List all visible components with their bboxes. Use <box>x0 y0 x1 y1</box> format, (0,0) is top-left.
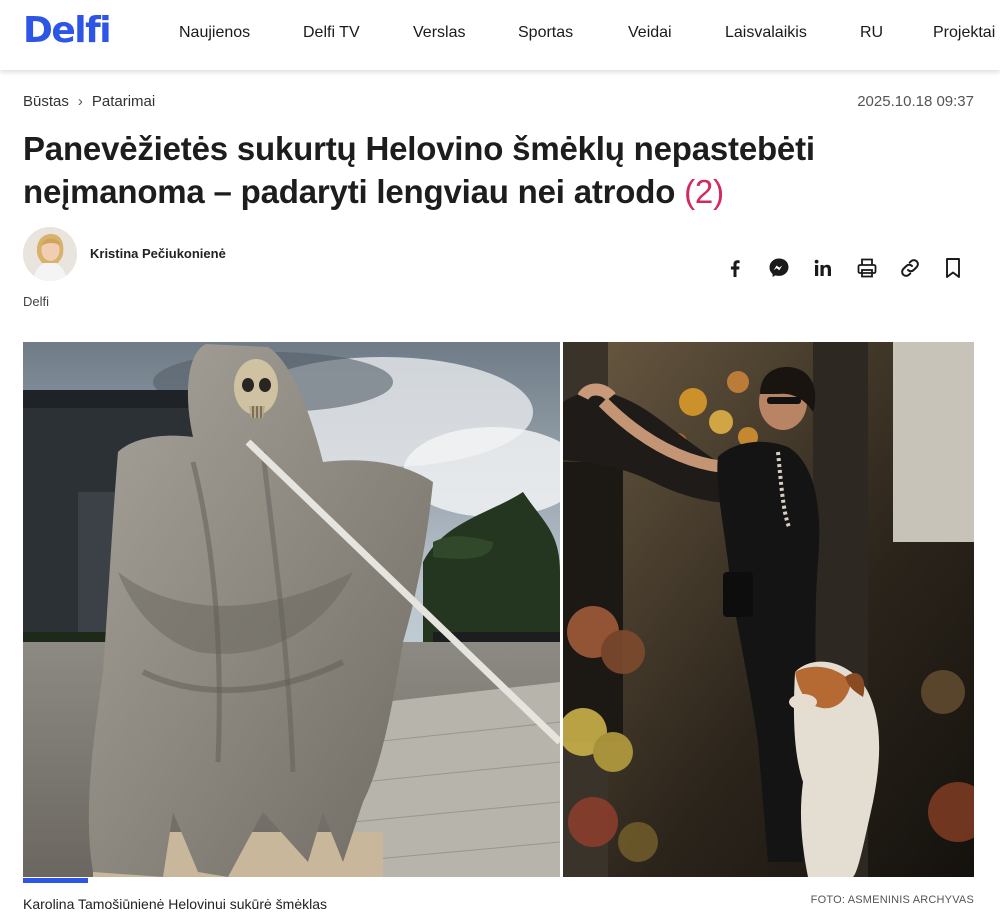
publish-date: 2025.10.18 09:37 <box>857 93 974 110</box>
ghost-photo[interactable] <box>23 342 560 877</box>
breadcrumb-separator: › <box>77 93 83 110</box>
print-icon[interactable] <box>855 256 879 280</box>
gallery-progress-indicator <box>23 878 88 883</box>
comment-count-link[interactable]: (2) <box>684 173 724 210</box>
linkedin-icon[interactable] <box>811 256 835 280</box>
breadcrumb-subsection[interactable]: Patarimai <box>92 93 155 110</box>
breadcrumb-section[interactable]: Būstas <box>23 93 69 110</box>
nav-item-ru[interactable]: RU <box>860 24 883 42</box>
main-nav: Naujienos Delfi TV Verslas Sportas Veida… <box>0 24 1000 44</box>
nav-item-sportas[interactable]: Sportas <box>518 24 573 42</box>
nav-item-veidai[interactable]: Veidai <box>628 24 672 42</box>
messenger-icon[interactable] <box>767 256 791 280</box>
nav-item-projektai[interactable]: Projektai <box>933 24 995 42</box>
photo-credit: FOTO: ASMENINIS ARCHYVAS <box>810 894 974 906</box>
woman-with-dog-photo[interactable] <box>563 342 974 877</box>
nav-item-laisvalaikis[interactable]: Laisvalaikis <box>725 24 807 42</box>
top-navigation-bar: Delfi Naujienos Delfi TV Verslas Sportas… <box>0 0 1000 70</box>
nav-item-delfi-tv[interactable]: Delfi TV <box>303 24 360 42</box>
article-source: Delfi <box>23 294 50 309</box>
photo-caption: Karolina Tamošiūnienė Helovinui sukūrė š… <box>23 896 328 912</box>
nav-item-verslas[interactable]: Verslas <box>413 24 465 42</box>
facebook-icon[interactable] <box>723 256 747 280</box>
bookmark-icon[interactable] <box>941 256 965 280</box>
nav-item-naujienos[interactable]: Naujienos <box>179 24 250 42</box>
article-title: Panevėžietės sukurtų Helovino šmėklų nep… <box>23 127 873 213</box>
link-icon[interactable] <box>898 256 922 280</box>
breadcrumb: Būstas › Patarimai <box>23 93 155 110</box>
share-toolbar <box>0 256 1000 280</box>
